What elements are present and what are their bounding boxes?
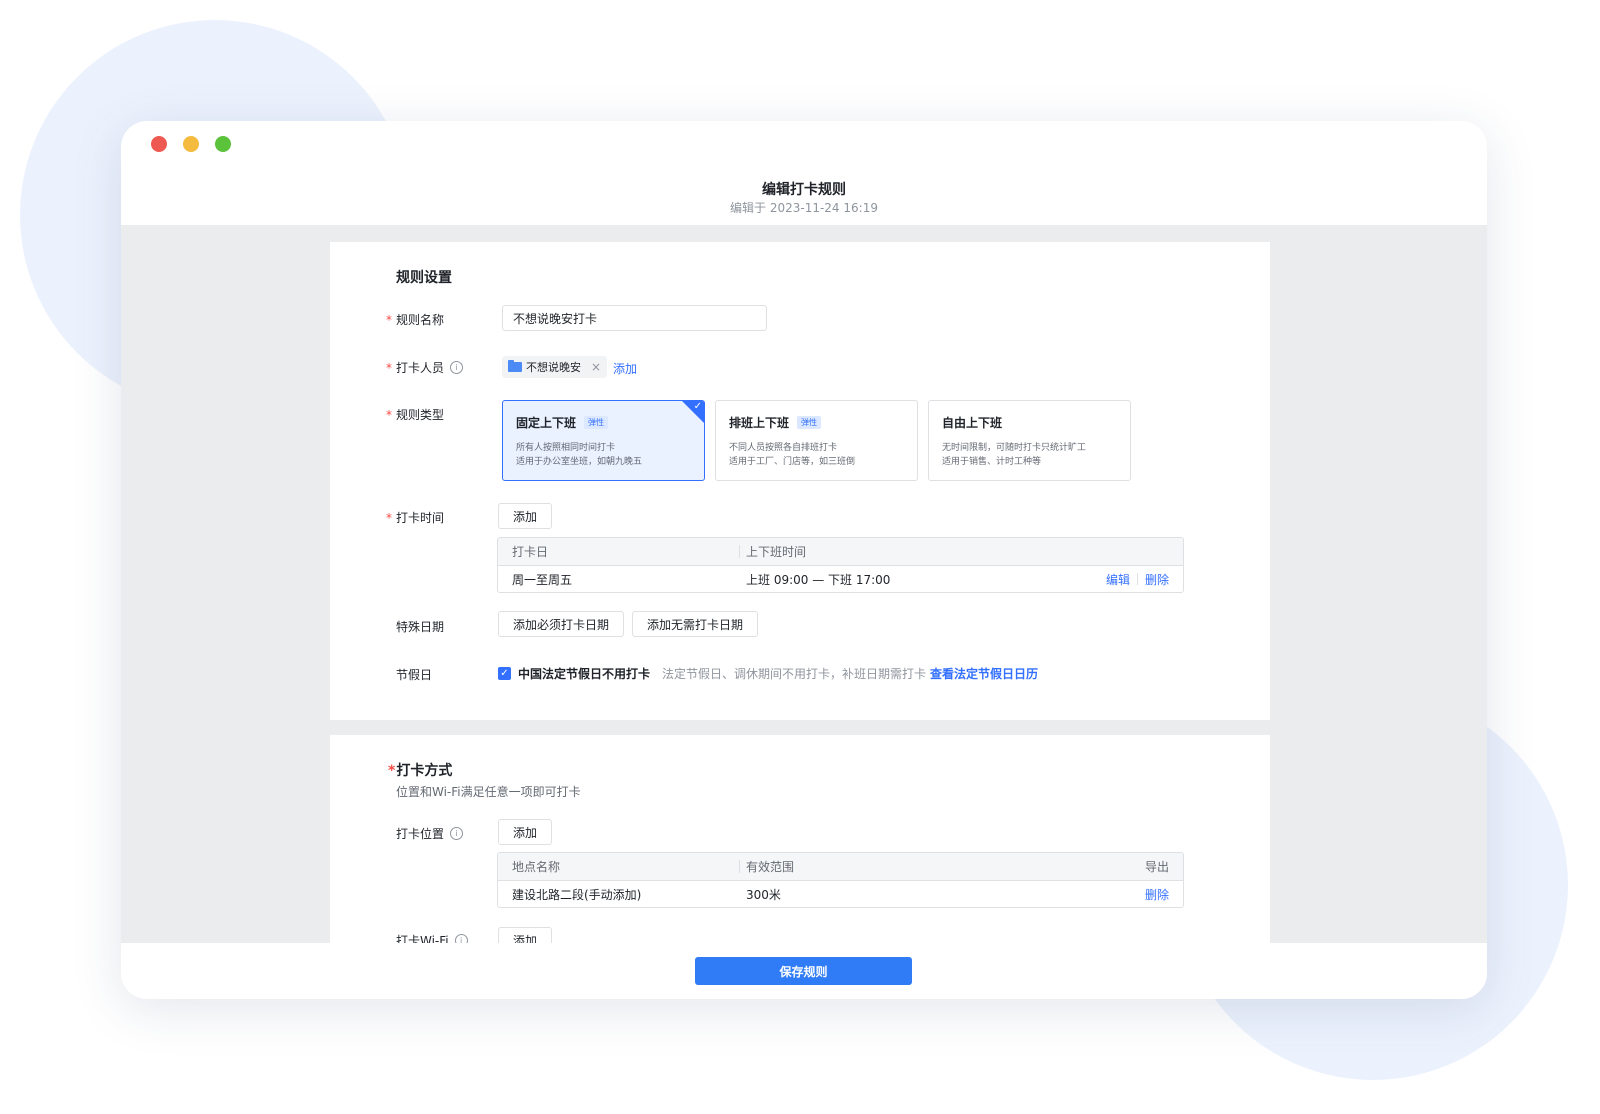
rule-type-desc-line2: 适用于办公室坐班，如朝九晚五 bbox=[516, 457, 643, 467]
members-label: * 打卡人员 i bbox=[386, 359, 464, 376]
table-row: 周一至周五 上班 09:00 — 下班 17:00 编辑 删除 bbox=[498, 566, 1183, 592]
special-dates-label: 特殊日期 bbox=[386, 618, 444, 635]
footer-bar: 保存规则 bbox=[121, 943, 1487, 999]
check-icon: ✓ bbox=[693, 401, 702, 412]
rule-settings-panel: 规则设置 * 规则名称 * 打卡人员 i 不想说晚安 × 添加 * bbox=[330, 242, 1270, 720]
holiday-note: 法定节假日、调休期间不用打卡，补班日期需打卡 bbox=[662, 667, 927, 681]
location-label-text: 打卡位置 bbox=[396, 827, 445, 841]
app-window: 编辑打卡规则 编辑于 2023-11-24 16:19 规则设置 * 规则名称 … bbox=[121, 121, 1487, 999]
required-mark: * bbox=[388, 763, 396, 779]
special-dates-label-text: 特殊日期 bbox=[396, 620, 445, 634]
rule-type-desc-line1: 无时间限制，可随时打卡只统计旷工 bbox=[942, 443, 1087, 453]
add-wifi-button[interactable]: 添加 bbox=[498, 927, 553, 943]
rule-type-desc-line2: 适用于销售、计时工种等 bbox=[942, 457, 1042, 467]
edit-time-link[interactable]: 编辑 bbox=[1106, 571, 1130, 588]
export-link[interactable]: 导出 bbox=[1145, 858, 1169, 875]
row-range: 300米 bbox=[746, 887, 781, 902]
holiday-checkbox-label[interactable]: 中国法定节假日不用打卡 bbox=[518, 665, 650, 682]
rule-type-title: 固定上下班 bbox=[516, 416, 577, 430]
holiday-label: 节假日 bbox=[386, 666, 432, 683]
header-actions: 导出 bbox=[1145, 853, 1169, 880]
content-scroll-area[interactable]: 规则设置 * 规则名称 * 打卡人员 i 不想说晚安 × 添加 * bbox=[121, 225, 1487, 943]
rule-type-free-card[interactable]: 自由上下班 无时间限制，可随时打卡只统计旷工 适用于销售、计时工种等 bbox=[928, 400, 1131, 481]
add-checkin-time-button[interactable]: 添加 bbox=[498, 503, 553, 529]
member-chip: 不想说晚安 × bbox=[502, 356, 608, 378]
checkin-time-label: * 打卡时间 bbox=[386, 509, 444, 526]
location-table: 地点名称 有效范围 导出 建设北路二段(手动添加) 300米 删除 bbox=[497, 852, 1184, 908]
checkin-time-label-text: 打卡时间 bbox=[396, 511, 445, 525]
column-header-location: 地点名称 bbox=[512, 860, 561, 874]
member-chip-label: 不想说晚安 bbox=[526, 361, 581, 374]
rule-type-desc-line1: 所有人按照相同时间打卡 bbox=[516, 443, 616, 453]
rule-type-title: 自由上下班 bbox=[942, 416, 1003, 430]
section-title-rule-settings: 规则设置 bbox=[396, 270, 452, 286]
table-header: 打卡日 上下班时间 bbox=[498, 538, 1183, 566]
info-icon[interactable]: i bbox=[450, 361, 464, 374]
holiday-calendar-link[interactable]: 查看法定节假日日历 bbox=[930, 665, 1038, 682]
wifi-label-text: 打卡Wi-Fi bbox=[396, 934, 449, 943]
checkin-time-table: 打卡日 上下班时间 周一至周五 上班 09:00 — 下班 17:00 编辑 删… bbox=[497, 537, 1184, 593]
rule-type-label: * 规则类型 bbox=[386, 406, 444, 423]
rule-type-title: 排班上下班 bbox=[729, 416, 790, 430]
members-label-text: 打卡人员 bbox=[396, 361, 445, 375]
required-mark: * bbox=[386, 360, 392, 375]
delete-time-link[interactable]: 删除 bbox=[1145, 571, 1169, 588]
add-member-link[interactable]: 添加 bbox=[613, 360, 637, 377]
row-day: 周一至周五 bbox=[512, 572, 573, 587]
column-header-day: 打卡日 bbox=[512, 545, 549, 559]
table-header: 地点名称 有效范围 导出 bbox=[498, 853, 1183, 881]
page-header: 编辑打卡规则 编辑于 2023-11-24 16:19 bbox=[121, 121, 1487, 225]
save-rule-button[interactable]: 保存规则 bbox=[695, 957, 912, 985]
column-header-time: 上下班时间 bbox=[746, 545, 807, 559]
rule-name-label-text: 规则名称 bbox=[396, 313, 445, 327]
column-divider bbox=[739, 860, 740, 873]
checkin-method-panel: *打卡方式 位置和Wi-Fi满足任意一项即可打卡 打卡位置 i 添加 地点名称 … bbox=[330, 735, 1270, 943]
rule-type-fixed-card[interactable]: ✓ 固定上下班 弹性 所有人按照相同时间打卡 适用于办公室坐班，如朝九晚五 bbox=[502, 400, 705, 481]
rule-name-input[interactable] bbox=[502, 305, 767, 331]
column-header-range: 有效范围 bbox=[746, 860, 795, 874]
rule-type-desc-line1: 不同人员按照各自排班打卡 bbox=[729, 443, 838, 453]
section-title-checkin-method: *打卡方式 bbox=[388, 760, 452, 780]
folder-icon bbox=[508, 360, 522, 372]
required-mark: * bbox=[386, 407, 392, 422]
holiday-checkbox[interactable]: ✓ bbox=[498, 667, 511, 680]
add-exempt-date-button[interactable]: 添加无需打卡日期 bbox=[632, 611, 759, 637]
flexible-badge: 弹性 bbox=[584, 416, 609, 429]
add-location-button[interactable]: 添加 bbox=[498, 819, 553, 845]
row-location: 建设北路二段(手动添加) bbox=[512, 887, 642, 902]
delete-location-link[interactable]: 删除 bbox=[1145, 886, 1169, 903]
required-mark: * bbox=[386, 312, 392, 327]
row-actions: 删除 bbox=[1145, 881, 1169, 907]
add-required-date-button[interactable]: 添加必须打卡日期 bbox=[498, 611, 625, 637]
row-time: 上班 09:00 — 下班 17:00 bbox=[746, 572, 891, 587]
info-icon[interactable]: i bbox=[454, 934, 468, 943]
rule-name-label: * 规则名称 bbox=[386, 311, 444, 328]
column-divider bbox=[739, 545, 740, 558]
info-icon[interactable]: i bbox=[450, 827, 464, 840]
rule-type-label-text: 规则类型 bbox=[396, 408, 445, 422]
section-title-text: 打卡方式 bbox=[396, 763, 453, 779]
rule-type-shift-card[interactable]: 排班上下班 弹性 不同人员按照各自排班打卡 适用于工厂、门店等，如三班倒 bbox=[715, 400, 918, 481]
edit-timestamp: 编辑于 2023-11-24 16:19 bbox=[730, 201, 878, 215]
wifi-label: 打卡Wi-Fi i bbox=[386, 932, 468, 943]
required-mark: * bbox=[386, 510, 392, 525]
action-divider bbox=[1136, 573, 1138, 585]
table-row: 建设北路二段(手动添加) 300米 删除 bbox=[498, 881, 1183, 907]
remove-member-icon[interactable]: × bbox=[591, 360, 601, 374]
row-actions: 编辑 删除 bbox=[1106, 566, 1169, 592]
rule-type-desc-line2: 适用于工厂、门店等，如三班倒 bbox=[729, 457, 856, 467]
location-label: 打卡位置 i bbox=[386, 825, 464, 842]
page-title: 编辑打卡规则 bbox=[762, 182, 846, 198]
checkin-method-description: 位置和Wi-Fi满足任意一项即可打卡 bbox=[396, 785, 581, 799]
holiday-label-text: 节假日 bbox=[396, 668, 433, 682]
flexible-badge: 弹性 bbox=[797, 416, 822, 429]
